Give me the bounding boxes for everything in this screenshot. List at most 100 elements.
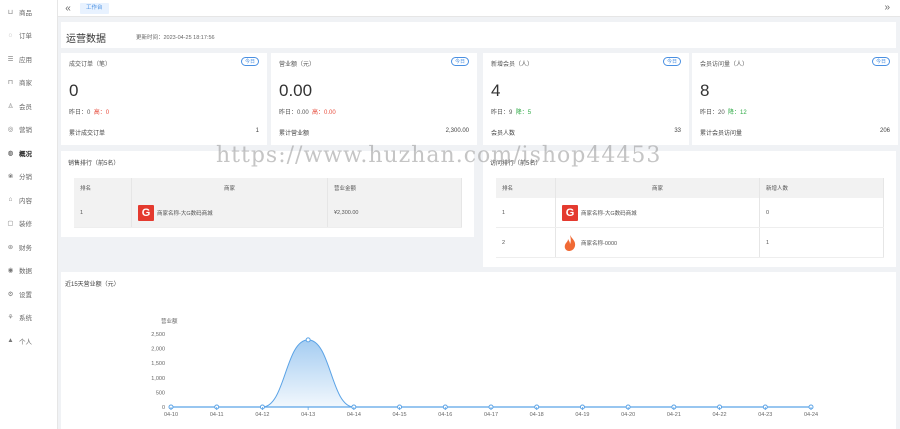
total-label: 累计会员访问量 <box>700 131 743 137</box>
sidebar-item-14[interactable]: ▲ 个人 <box>0 329 57 353</box>
x-tick-label: 04-11 <box>210 412 224 418</box>
y-tick-label: 1,500 <box>151 361 165 367</box>
nav-next-icon[interactable]: » <box>884 2 890 13</box>
total-value: 206 <box>879 128 890 134</box>
sidebar-item-label: 订单 <box>19 33 32 41</box>
x-tick-label: 04-24 <box>804 412 818 418</box>
sidebar-item-6[interactable]: ◍ 概况 <box>0 141 57 165</box>
sidebar-item-0[interactable]: ⊔ 商品 <box>0 0 57 24</box>
yesterday-value: 昨日：0.00 <box>279 110 309 116</box>
series-line <box>171 339 811 408</box>
dashboard-icon: ◍ <box>7 149 14 157</box>
update-time: 更新时间：2023-04-25 18:17:56 <box>136 35 215 41</box>
shop-name: 商家名称-大G数码商城 <box>157 210 213 217</box>
sidebar-item-label: 系统 <box>19 315 32 323</box>
yesterday-value: 昨日：20 <box>700 110 725 116</box>
x-tick-label: 04-14 <box>347 412 361 418</box>
table-row: 1 G 商家名称-大G数码商城 ¥2,300.00 <box>74 198 462 228</box>
revenue-chart: 营业额 0 500 1,000 1,500 2,000 2,500 04-10 04-11 04-… <box>151 317 818 418</box>
chart-title: 近15天营业额（元） <box>65 282 120 288</box>
shop-name: 商家名称-大G数码商城 <box>581 210 637 217</box>
stat-label: 会员访问量（人） <box>700 62 749 68</box>
today-badge[interactable]: 今日 <box>871 57 890 66</box>
sidebar-item-10[interactable]: ⊛ 财务 <box>0 235 57 259</box>
shop-logo-icon: G <box>138 204 154 221</box>
sidebar-item-1[interactable]: ◌ 订单 <box>0 24 57 48</box>
sidebar-item-3[interactable]: ⊓ 商家 <box>0 71 57 95</box>
shop-logo-icon: G <box>562 204 578 221</box>
sidebar-item-8[interactable]: ⌂ 内容 <box>0 188 57 212</box>
sidebar-item-2[interactable]: ☰ 应用 <box>0 47 57 71</box>
nav-prev-icon[interactable]: « <box>60 3 76 14</box>
order-icon: ◌ <box>8 31 13 39</box>
person-icon: ▲ <box>7 337 14 345</box>
x-tick-label: 04-21 <box>667 412 681 418</box>
total-value: 1 <box>255 128 259 134</box>
main-content: 运营数据 更新时间：2023-04-25 18:17:56 成交订单（笔） 今日 0… <box>58 17 900 429</box>
x-tick-label: 04-20 <box>621 412 635 418</box>
bag-icon: ⊔ <box>7 8 14 16</box>
stat-label: 成交订单（笔） <box>69 62 112 68</box>
today-badge[interactable]: 今日 <box>450 57 469 66</box>
stat-value: 8 <box>700 81 710 100</box>
sidebar-item-label: 概况 <box>19 150 32 158</box>
stat-compare: 昨日：9 降：5 <box>491 107 531 116</box>
stat-value: 4 <box>491 81 501 100</box>
y-tick-label: 1,000 <box>151 376 165 382</box>
stat-compare: 昨日：0.00 高：0.00 <box>279 107 336 116</box>
sidebar-item-label: 装修 <box>19 221 32 229</box>
sidebar-item-11[interactable]: ◉ 数据 <box>0 259 57 283</box>
sidebar-item-label: 商家 <box>19 80 32 88</box>
page-title: 运营数据 <box>66 34 106 45</box>
sidebar-item-5[interactable]: ◎ 营销 <box>0 118 57 142</box>
sidebar-item-label: 内容 <box>19 197 32 205</box>
change-value: 高：0.00 <box>312 110 336 116</box>
stat-card: 成交订单（笔） 今日 0 昨日：0 高：0 累计成交订单 1 <box>61 53 267 145</box>
system-icon: ⚘ <box>7 314 14 322</box>
today-badge[interactable]: 今日 <box>240 57 259 66</box>
x-tick-label: 04-16 <box>438 412 452 418</box>
settings-icon: ⚙ <box>7 290 14 298</box>
stat-total: 累计会员访问量 206 <box>700 128 890 137</box>
yesterday-value: 昨日：9 <box>491 110 513 116</box>
sales-ranking-card: 销售排行（前5名） 排名 商家 营业金额 1 G 商家名称-大G数码商城 ¥2,… <box>61 151 474 237</box>
stat-value: 0.00 <box>279 81 313 100</box>
sidebar-item-label: 商品 <box>19 9 32 17</box>
sidebar-item-label: 会员 <box>19 103 32 111</box>
stat-card: 营业额（元） 今日 0.00 昨日：0.00 高：0.00 累计营业额 2,300.00 <box>271 53 477 145</box>
table-header: 排名 商家 新增人数 <box>496 178 884 198</box>
visit-ranking-table: 排名 商家 新增人数 1 G 商家名称-大G数码商城 0 2 商家名称-0000 <box>496 178 884 258</box>
app-icon: ☰ <box>7 55 14 63</box>
sidebar-item-9[interactable]: ▢ 装修 <box>0 212 57 236</box>
y-tick-label: 0 <box>162 405 165 411</box>
table-row: 1 G 商家名称-大G数码商城 0 <box>496 198 884 228</box>
x-tick-label: 04-19 <box>575 412 589 418</box>
amount-cell: ¥2,300.00 <box>328 198 462 227</box>
sidebar-item-13[interactable]: ⚘ 系统 <box>0 306 57 330</box>
x-tick-label: 04-22 <box>713 412 727 418</box>
sidebar-item-7[interactable]: ❀ 分销 <box>0 165 57 189</box>
sidebar-item-4[interactable]: ♙ 会员 <box>0 94 57 118</box>
stat-label: 营业额（元） <box>279 62 316 68</box>
finance-icon: ⊛ <box>7 243 14 251</box>
sales-ranking-table: 排名 商家 营业金额 1 G 商家名称-大G数码商城 ¥2,300.00 <box>74 178 462 228</box>
distribution-icon: ❀ <box>7 173 14 181</box>
x-tick-label: 04-23 <box>758 412 772 418</box>
today-badge[interactable]: 今日 <box>662 57 681 66</box>
sidebar-item-label: 应用 <box>19 56 32 64</box>
x-tick-label: 04-13 <box>301 412 315 418</box>
visit-ranking-title: 访问排行（前5名） <box>490 161 542 167</box>
column-header-shop: 商家 <box>132 178 328 198</box>
sidebar-item-label: 个人 <box>19 338 32 346</box>
x-tick-label: 04-10 <box>164 412 178 418</box>
decorate-icon: ▢ <box>7 220 14 228</box>
column-header-new-count: 新增人数 <box>760 178 884 198</box>
data-point <box>305 337 311 343</box>
visit-ranking-card: 访问排行（前5名） 排名 商家 新增人数 1 G 商家名称-大G数码商城 0 2 <box>483 151 896 267</box>
stat-total: 会员人数 33 <box>491 128 681 137</box>
tab-workbench[interactable]: 工作台 <box>80 2 109 14</box>
x-tick-label: 04-18 <box>530 412 544 418</box>
stat-compare: 昨日：20 降：12 <box>700 107 747 116</box>
shop-icon: ⌂ <box>8 196 13 204</box>
sidebar-item-12[interactable]: ⚙ 设置 <box>0 282 57 306</box>
